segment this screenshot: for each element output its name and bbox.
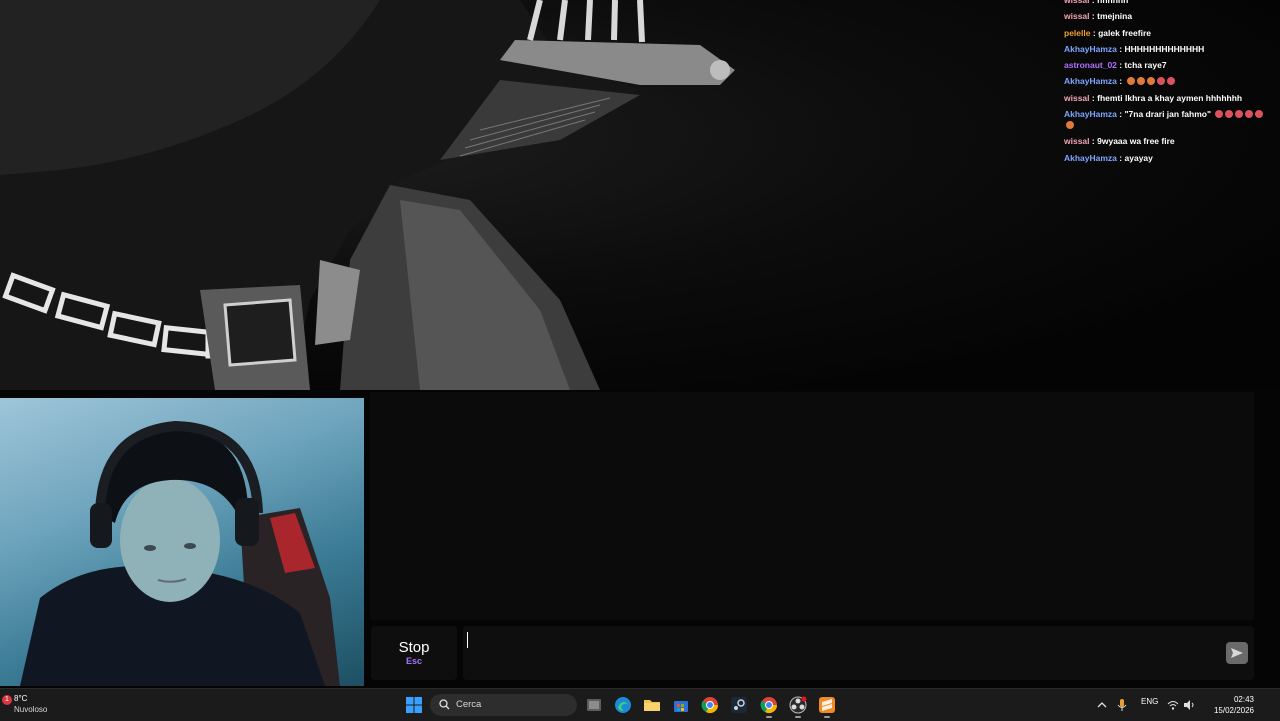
chat-message: wissal : 9wyaaa wa free fire (1064, 136, 1275, 147)
windows-start-icon[interactable] (405, 696, 423, 714)
chat-text: tmejnina (1097, 11, 1133, 22)
emote-icon (1255, 110, 1264, 119)
chat-text: 9wyaaa wa free fire (1097, 136, 1175, 147)
webcam-feed (0, 398, 364, 686)
chat-message: pelelle : galek freefire (1064, 28, 1275, 39)
chat-text: hhhhhh (1097, 0, 1129, 5)
emote-icon (1225, 110, 1234, 119)
chat-message: AkhayHamza : HHHHHHHHHHHHH (1064, 44, 1275, 55)
emote-icon (1136, 77, 1145, 86)
emote-icon (1245, 110, 1254, 119)
weather-condition: Nuvoloso (14, 705, 48, 714)
language-indicator[interactable]: ENG (1141, 697, 1158, 706)
chat-message: AkhayHamza : (1064, 76, 1275, 87)
chat-username: AkhayHamza (1064, 43, 1117, 54)
emote-icon (1166, 77, 1175, 86)
message-input[interactable] (465, 630, 1209, 654)
emote-icon (1066, 121, 1074, 130)
search-placeholder: Cerca (456, 699, 482, 710)
obs-icon[interactable] (789, 696, 807, 714)
chat-text: HHHHHHHHHHHHH (1124, 43, 1205, 54)
chat-message: astronaut_02 : tcha raye7 (1064, 60, 1275, 71)
system-clock[interactable]: 02:43 15/02/2026 (1200, 694, 1254, 716)
message-input-container[interactable] (463, 626, 1254, 680)
active-app-indicator (795, 716, 801, 718)
chat-text: galek freefire (1098, 27, 1151, 38)
chat-message: wissal : hhhhhh (1064, 0, 1275, 6)
chat-username: wissal (1064, 136, 1090, 147)
chat-username: AkhayHamza (1064, 109, 1117, 120)
weather-badge-icon: 1 (2, 695, 12, 705)
active-app-indicator (766, 716, 772, 718)
taskbar-search[interactable]: Cerca (430, 694, 577, 716)
emote-icon (1215, 110, 1224, 119)
sublime-icon[interactable] (818, 696, 836, 714)
chat-separator: : (1091, 0, 1095, 5)
search-icon (439, 699, 450, 710)
weather-temperature: 8°C (14, 694, 28, 703)
chat-message: AkhayHamza : "7na drari jan fahmo" (1064, 109, 1275, 131)
chat-separator: : (1092, 27, 1096, 38)
edge-browser-icon[interactable] (614, 696, 632, 714)
clock-time: 02:43 (1233, 695, 1254, 704)
chat-username: pelelle (1064, 27, 1091, 38)
chat-username: AkhayHamza (1064, 76, 1117, 87)
chat-message: wissal : fhemti lkhra a khay aymen hhhhh… (1064, 93, 1275, 104)
chat-text: "7na drari jan fahmo" (1124, 109, 1211, 120)
windows-taskbar: 1 8°C Nuvoloso Cerca ENG 02:43 15/02/202… (0, 688, 1280, 721)
stop-button[interactable]: Stop Esc (371, 626, 457, 680)
active-app-indicator (824, 716, 830, 718)
chat-username: AkhayHamza (1064, 152, 1117, 163)
emote-icon (1146, 77, 1155, 86)
chat-separator: : (1119, 152, 1123, 163)
chat-separator: : (1119, 43, 1123, 54)
stop-button-label: Stop (398, 639, 430, 656)
chat-overlay: wissal : hhhhhh wissal : tmejnina pelell… (1060, 0, 1275, 169)
emote-icon (1156, 77, 1165, 86)
chat-panel (370, 392, 1254, 620)
emote-icon (1235, 110, 1244, 119)
chrome-icon[interactable] (701, 696, 719, 714)
chat-username: wissal (1064, 0, 1090, 5)
chat-text: fhemti lkhra a khay aymen hhhhhhh (1097, 92, 1243, 103)
chrome-active-icon[interactable] (760, 696, 778, 714)
wifi-icon[interactable] (1167, 699, 1179, 711)
task-view-icon[interactable] (585, 696, 603, 714)
chat-separator: : (1119, 109, 1123, 120)
send-button[interactable] (1226, 642, 1248, 664)
store-icon[interactable] (672, 696, 690, 714)
send-arrow-icon (1231, 648, 1243, 658)
streamer-figure (20, 420, 340, 686)
chat-message: AkhayHamza : ayayay (1064, 153, 1275, 164)
chat-message: wissal : tmejnina (1064, 11, 1275, 22)
chat-separator: : (1119, 76, 1123, 87)
volume-icon[interactable] (1183, 699, 1195, 711)
chat-username: astronaut_02 (1064, 60, 1117, 71)
chat-separator: : (1119, 60, 1123, 71)
chat-separator: : (1091, 92, 1095, 103)
chat-text: tcha raye7 (1124, 60, 1167, 71)
chat-text: ayayay (1124, 152, 1153, 163)
microphone-icon[interactable] (1116, 698, 1128, 712)
steam-icon[interactable] (730, 696, 748, 714)
chevron-up-icon[interactable] (1096, 699, 1108, 711)
emote-icon (1126, 77, 1135, 86)
chat-separator: : (1091, 136, 1095, 147)
chat-separator: : (1091, 11, 1095, 22)
clock-date: 15/02/2026 (1213, 706, 1254, 715)
chat-username: wissal (1064, 92, 1090, 103)
stop-shortcut-key: Esc (405, 656, 422, 666)
chat-username: wissal (1064, 11, 1090, 22)
file-explorer-icon[interactable] (643, 696, 661, 714)
